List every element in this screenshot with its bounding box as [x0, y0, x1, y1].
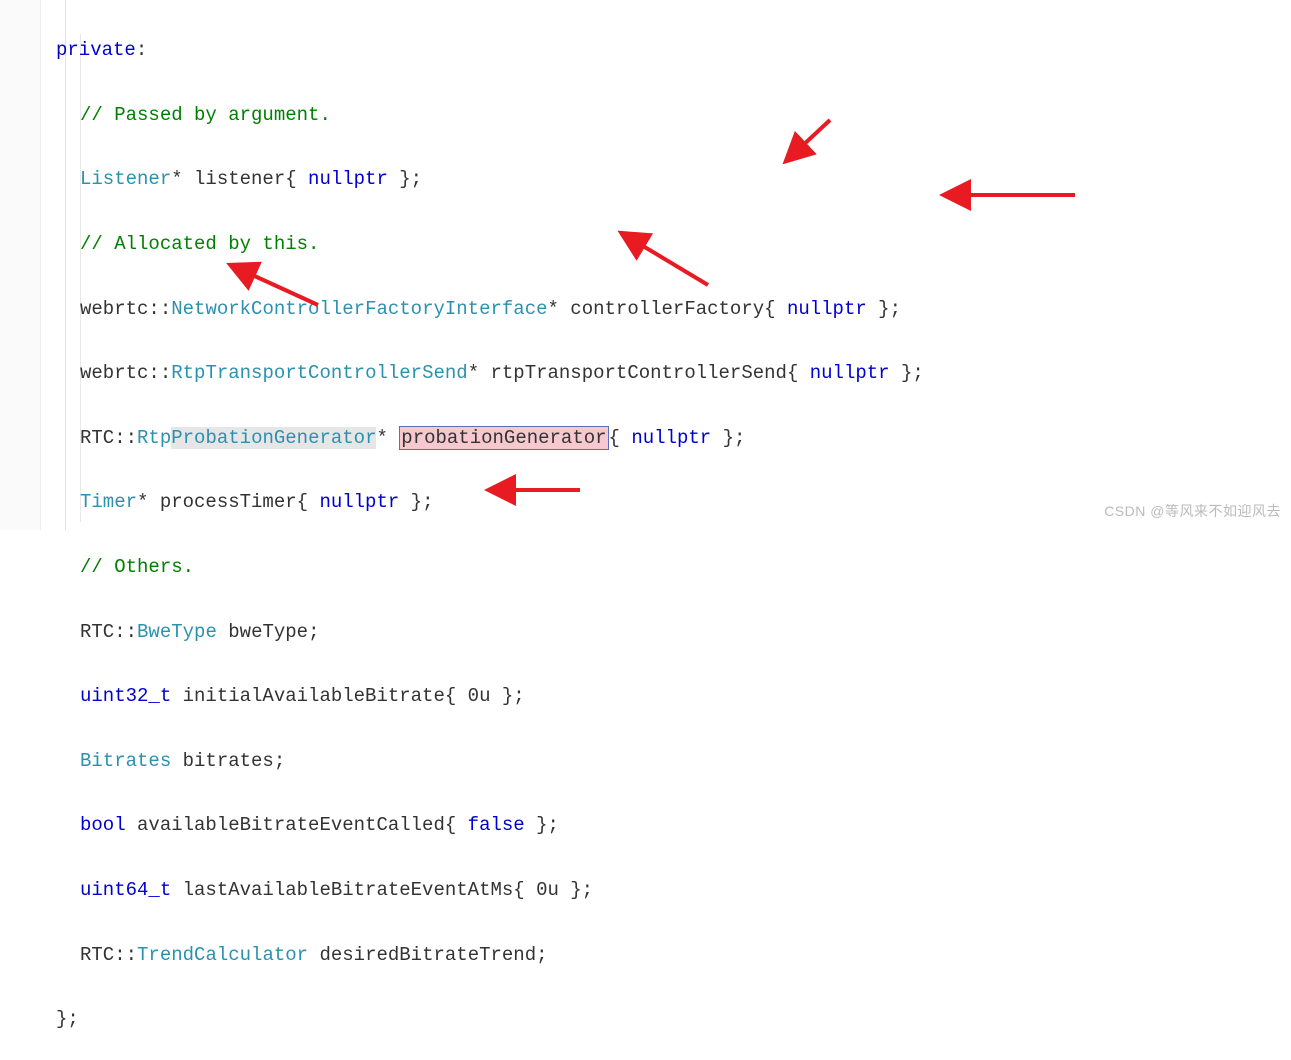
arrow-annotation-icon [955, 180, 1085, 210]
code-line: Timer* processTimer{ nullptr }; [56, 486, 924, 518]
code-line: Listener* listener{ nullptr }; [56, 163, 924, 195]
code-line: uint64_t lastAvailableBitrateEventAtMs{ … [56, 874, 924, 906]
keyword-private: private [56, 39, 136, 61]
code-line: RTC::RtpProbationGenerator* probationGen… [56, 422, 924, 454]
gutter [0, 0, 41, 530]
watermark: CSDN @等风来不如迎风去 [1104, 500, 1281, 524]
code-line: private: [56, 34, 924, 66]
comment: // Allocated by this. [80, 233, 319, 255]
code-block: private: // Passed by argument. Listener… [56, 2, 924, 1060]
comment: // Others. [80, 556, 194, 578]
code-line: RTC::BweType bweType; [56, 616, 924, 648]
code-line: RTC::TrendCalculator desiredBitrateTrend… [56, 939, 924, 971]
code-line: // Others. [56, 551, 924, 583]
highlight-type: ProbationGenerator [171, 427, 376, 449]
code-line: // Allocated by this. [56, 228, 924, 260]
code-line: uint32_t initialAvailableBitrate{ 0u }; [56, 680, 924, 712]
code-line: Bitrates bitrates; [56, 745, 924, 777]
code-line: }; [56, 1003, 924, 1035]
code-line: webrtc::RtpTransportControllerSend* rtpT… [56, 357, 924, 389]
code-line: // Passed by argument. [56, 99, 924, 131]
code-line: webrtc::NetworkControllerFactoryInterfac… [56, 293, 924, 325]
code-line: bool availableBitrateEventCalled{ false … [56, 809, 924, 841]
highlight-variable: probationGenerator [399, 426, 608, 450]
comment: // Passed by argument. [80, 104, 331, 126]
